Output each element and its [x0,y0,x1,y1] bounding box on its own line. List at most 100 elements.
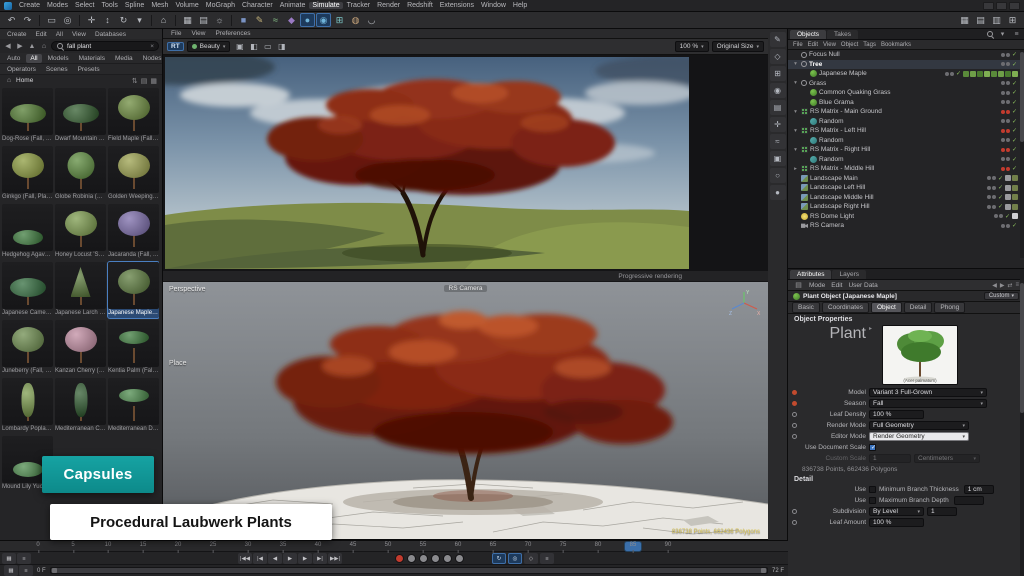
menu-redshift[interactable]: Redshift [404,2,436,9]
list-view-icon[interactable]: ▤ [141,77,148,85]
render-visibility-dot[interactable] [1006,148,1010,152]
render-visibility-dot[interactable] [1006,110,1010,114]
hamburger-icon[interactable]: ▤ [793,280,804,290]
enabled-checkmark[interactable]: ✓ [1012,146,1017,153]
editor-visibility-dot[interactable] [1001,148,1005,152]
prev-frame-icon[interactable]: ◀ [268,553,282,564]
object-row[interactable]: Random✓ [788,136,1024,146]
editor-visibility-dot[interactable] [1001,91,1005,95]
object-menu-file[interactable]: File [793,42,803,48]
menu-tools[interactable]: Tools [99,2,121,9]
subdivision-level-field[interactable]: 1 [927,507,957,516]
frame-tick[interactable]: 70 [525,542,532,548]
render-mode-dropdown[interactable]: Full Geometry▾ [869,421,969,430]
pixel-probe-icon[interactable]: ◨ [275,41,288,53]
range-menu-icon[interactable]: ≡ [19,565,33,576]
view-label[interactable]: Perspective [169,286,206,293]
render-visibility-dot[interactable] [1006,129,1010,133]
plant-preview-thumbnail[interactable]: (Acer palmatum) [882,325,958,385]
asset-item[interactable]: Kentia Palm (Fall, Pla... [108,320,159,376]
grid-view-icon[interactable]: ▦ [150,77,157,85]
range-start-handle[interactable] [52,568,57,573]
object-row[interactable]: ▾Grass✓ [788,79,1024,89]
render-visibility-dot[interactable] [1006,119,1010,123]
render-view-icon[interactable]: ▦ [180,13,195,27]
attribute-menu-user-data[interactable]: User Data [848,282,877,289]
interface-icon[interactable] [983,2,994,10]
render-visibility-dot[interactable] [1006,138,1010,142]
rt-toggle-button[interactable]: RT [167,42,184,51]
frame-tick[interactable]: 45 [350,542,357,548]
next-frame-icon[interactable]: ▶ [298,553,312,564]
enabled-checkmark[interactable]: ✓ [1012,51,1017,58]
section-tab-detail[interactable]: Detail [904,302,933,313]
asset-item[interactable]: Jacaranda (Fall, Plant) [108,204,159,260]
custom-scale-unit-dropdown[interactable]: Centimeters▾ [914,454,980,463]
texture-tag[interactable] [1005,185,1011,191]
asset-item[interactable]: Japanese Maple (Fall,... [108,262,159,318]
category-tab-scenes[interactable]: Scenes [42,65,72,74]
object-row[interactable]: Blue Grama✓ [788,98,1024,108]
editor-visibility-dot[interactable] [987,195,991,199]
up-icon[interactable]: ▲ [27,41,37,51]
scrollbar[interactable] [1020,50,1024,258]
enabled-checkmark[interactable]: ✓ [998,203,1003,210]
render-visibility-dot[interactable] [992,176,996,180]
leaf-amount-field[interactable]: 100 % [869,518,924,527]
snap-magnet-icon[interactable]: ◡ [364,13,379,27]
asset-item[interactable]: Japanese Larch (Fall,... [55,262,106,318]
editor-visibility-dot[interactable] [1001,224,1005,228]
browser-menu-databases[interactable]: Databases [93,31,128,38]
last-tool-icon[interactable]: ▾ [132,13,147,27]
object-row[interactable]: Landscape Left Hill✓ [788,183,1024,193]
texture-tag[interactable] [991,71,997,77]
panel-tab-attributes[interactable]: Attributes [790,270,831,279]
redo-icon[interactable]: ↷ [20,13,35,27]
keyframe-dot[interactable] [792,509,797,514]
filter-tab-models[interactable]: Models [44,54,73,63]
object-row[interactable]: Landscape Main✓ [788,174,1024,184]
frame-tick[interactable]: 0 [36,542,39,548]
editor-visibility-dot[interactable] [1001,129,1005,133]
render-visibility-dot[interactable] [992,205,996,209]
object-row[interactable]: Random✓ [788,155,1024,165]
enabled-checkmark[interactable]: ✓ [1012,108,1017,115]
object-row[interactable]: ▾RS Matrix - Main Ground✓ [788,107,1024,117]
record-keyframe-button[interactable] [395,554,404,563]
enabled-checkmark[interactable]: ✓ [998,175,1003,182]
enabled-checkmark[interactable]: ✓ [1012,99,1017,106]
rotate-tool-icon[interactable]: ↻ [116,13,131,27]
keyframe-dot[interactable] [792,434,797,439]
camera-label[interactable]: RS Camera [444,285,488,292]
browser-menu-create[interactable]: Create [5,31,29,38]
editor-visibility-dot[interactable] [1001,167,1005,171]
texture-tag[interactable] [1012,71,1018,77]
mograph-cloner-icon[interactable]: ⊞ [332,13,347,27]
asset-item[interactable]: Dwarf Mountain Pine (... [55,88,106,144]
key-position-button[interactable] [407,554,416,563]
asset-item[interactable]: Kanzan Cherry (Fall,... [55,320,106,376]
menu-mograph[interactable]: MoGraph [203,2,238,9]
pen-strip-icon[interactable]: ✎ [770,32,786,47]
render-visibility-dot[interactable] [1006,53,1010,57]
spline-strip-icon[interactable]: ◇ [770,49,786,64]
snapshot-icon[interactable]: ▣ [233,41,246,53]
menu-modes[interactable]: Modes [44,2,71,9]
asset-item[interactable]: Ginkgo (Fall, Plant,... [2,146,53,202]
field-strip-icon[interactable]: ≈ [770,134,786,149]
layout-render-icon[interactable]: ⊞ [1005,13,1020,27]
zoom-dropdown[interactable]: 100 % ▾ [675,41,709,52]
texture-tag[interactable] [1005,204,1011,210]
timeline-menu-icon[interactable]: ≡ [17,553,31,564]
object-row[interactable]: Random✓ [788,117,1024,127]
range-grid-icon[interactable]: ▦ [4,565,18,576]
expander-icon[interactable]: ▾ [792,80,799,86]
editor-visibility-dot[interactable] [987,205,991,209]
object-row[interactable]: Landscape Right Hill✓ [788,202,1024,212]
category-tab-presets[interactable]: Presets [74,65,104,74]
playback-loop-icon[interactable]: ↻ [492,553,506,564]
pen-tool-icon[interactable]: ✎ [252,13,267,27]
key-pla-button[interactable] [455,554,464,563]
menu-help[interactable]: Help [510,2,530,9]
compare-ab-icon[interactable]: ◧ [247,41,260,53]
